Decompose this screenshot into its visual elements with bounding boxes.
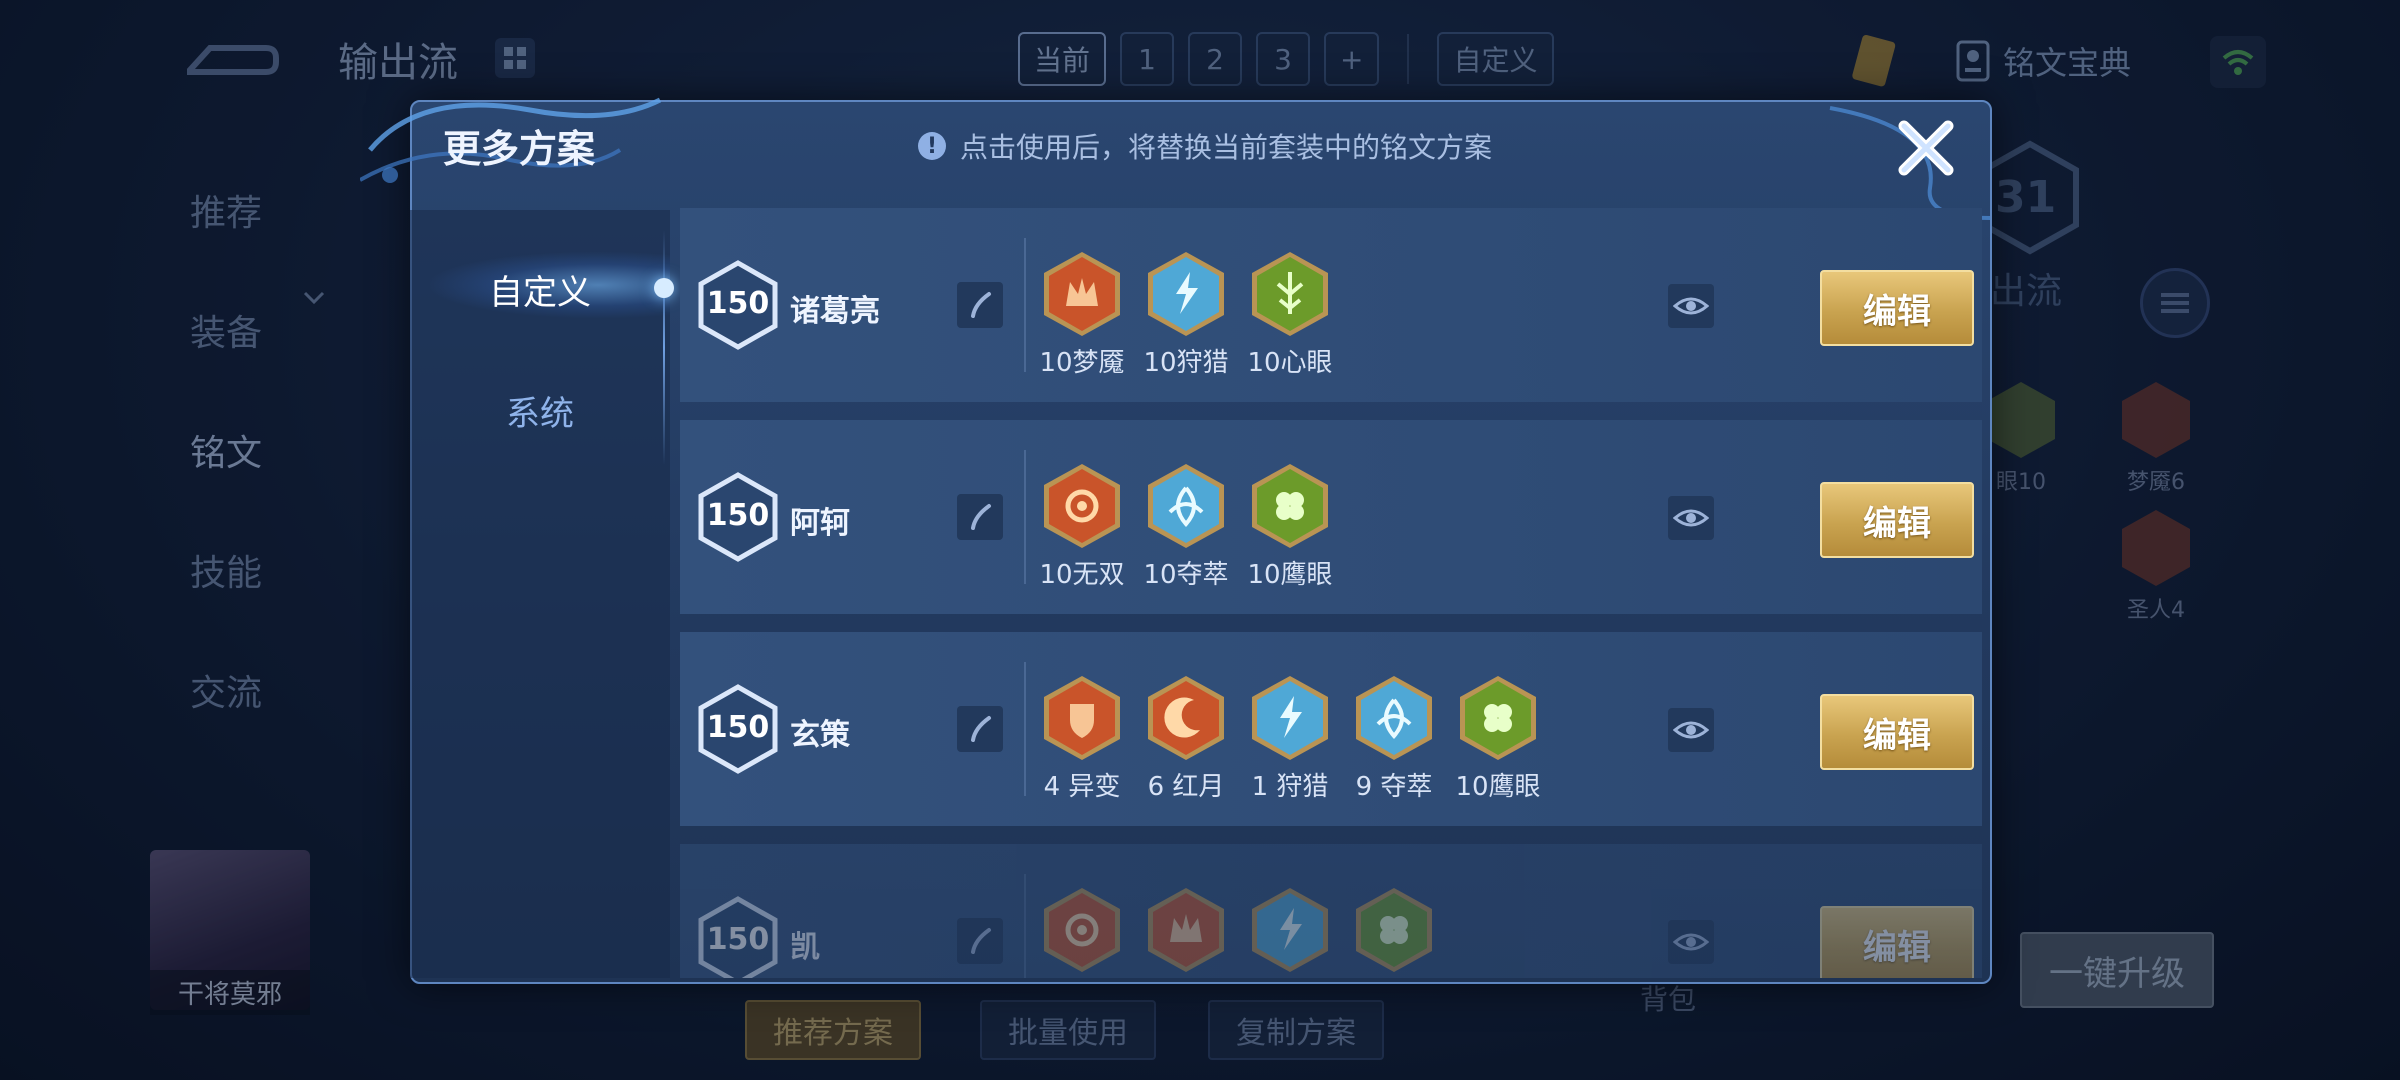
- rename-pen-icon[interactable]: [957, 918, 1003, 964]
- rune-item: 9 夺萃: [1354, 674, 1434, 803]
- rune-crown-icon: [1148, 888, 1224, 972]
- rune-item: 10鹰眼: [1247, 462, 1333, 591]
- edit-button[interactable]: 编辑: [1820, 270, 1974, 346]
- rune-bolt-icon: [1148, 252, 1224, 336]
- rune-knot-icon: [1356, 676, 1432, 760]
- plan-list: 150 诸葛亮 10梦魇 10狩猎 10心眼 编辑 150 阿轲 10无双 10…: [680, 208, 1982, 978]
- rune-item: 10无双: [1039, 462, 1125, 591]
- rune-leaf-icon: [1252, 252, 1328, 336]
- edit-button[interactable]: 编辑: [1820, 482, 1974, 558]
- hero-name: 玄策: [790, 718, 850, 753]
- rune-set: 10梦魇 10狩猎 10心眼: [1039, 250, 1333, 379]
- rune-crown-icon: [1044, 252, 1120, 336]
- tab-custom-plans[interactable]: 自定义: [410, 265, 670, 314]
- rune-label: 9 夺萃: [1355, 772, 1433, 802]
- rune-item: 1 狩猎: [1250, 674, 1330, 803]
- rune-bolt-icon: [1252, 888, 1328, 972]
- rune-item: [1146, 886, 1226, 978]
- exclamation-icon: !: [918, 132, 946, 160]
- rune-knot-icon: [1148, 464, 1224, 548]
- rune-item: [1354, 886, 1434, 978]
- tab-system-plans[interactable]: 系统: [410, 386, 670, 435]
- rune-label: 1 狩猎: [1251, 772, 1329, 802]
- rune-label: 6 红月: [1147, 772, 1225, 802]
- plan-row[interactable]: 150 玄策 4 异变 6 红月 1 狩猎 9 夺萃 10鹰眼 编辑: [680, 632, 1982, 826]
- rune-item: 4 异变: [1042, 674, 1122, 803]
- rune-item: [1250, 886, 1330, 978]
- hero-name: 诸葛亮: [790, 294, 880, 329]
- notice-text: ! 点击使用后，将替换当前套装中的铭文方案: [918, 126, 1492, 166]
- rune-shield-icon: [1044, 676, 1120, 760]
- rune-level: 150: [706, 498, 770, 533]
- divider: [1024, 238, 1026, 372]
- rune-label: 10无双: [1039, 560, 1125, 590]
- rune-clover-icon: [1252, 464, 1328, 548]
- plan-row[interactable]: 150 阿轲 10无双 10夺萃 10鹰眼 编辑: [680, 420, 1982, 614]
- divider: [1024, 874, 1026, 978]
- plan-row[interactable]: 150 诸葛亮 10梦魇 10狩猎 10心眼 编辑: [680, 208, 1982, 402]
- rune-label: 10鹰眼: [1247, 560, 1333, 590]
- dialog-sidebar: [410, 210, 670, 978]
- rune-level: 150: [706, 710, 770, 745]
- rune-clover-icon: [1356, 888, 1432, 972]
- notice-message: 点击使用后，将替换当前套装中的铭文方案: [960, 131, 1493, 164]
- plan-row[interactable]: 150 凯 编辑: [680, 844, 1982, 978]
- rename-pen-icon[interactable]: [957, 706, 1003, 752]
- rune-clover-icon: [1460, 676, 1536, 760]
- rune-label: 10心眼: [1247, 348, 1333, 378]
- rune-label: 10狩猎: [1143, 348, 1229, 378]
- divider: [1024, 662, 1026, 796]
- rune-swirl-icon: [1044, 464, 1120, 548]
- rune-swirl-icon: [1044, 888, 1120, 972]
- hero-name: 凯: [790, 930, 820, 965]
- hero-name: 阿轲: [790, 506, 850, 541]
- eye-icon[interactable]: [1668, 920, 1714, 964]
- rune-set: 10无双 10夺萃 10鹰眼: [1039, 462, 1333, 591]
- rune-item: [1042, 886, 1122, 978]
- rune-item: 10鹰眼: [1455, 674, 1541, 803]
- rune-item: 10梦魇: [1039, 250, 1125, 379]
- dialog-title: 更多方案: [443, 127, 596, 171]
- rune-set: 4 异变 6 红月 1 狩猎 9 夺萃 10鹰眼: [1042, 674, 1541, 803]
- rune-item: 10夺萃: [1143, 462, 1229, 591]
- rune-label: 10夺萃: [1143, 560, 1229, 590]
- rune-bolt-icon: [1252, 676, 1328, 760]
- rune-item: 10心眼: [1247, 250, 1333, 379]
- eye-icon[interactable]: [1668, 496, 1714, 540]
- edit-button[interactable]: 编辑: [1820, 694, 1974, 770]
- rename-pen-icon[interactable]: [957, 282, 1003, 328]
- rune-moon-icon: [1148, 676, 1224, 760]
- rune-label: 10梦魇: [1039, 348, 1125, 378]
- eye-icon[interactable]: [1668, 708, 1714, 752]
- rune-level: 150: [706, 922, 770, 957]
- close-icon[interactable]: [1890, 112, 1962, 184]
- rename-pen-icon[interactable]: [957, 494, 1003, 540]
- rune-label: 4 异变: [1043, 772, 1121, 802]
- rune-level: 150: [706, 286, 770, 321]
- rune-set: [1042, 886, 1434, 978]
- eye-icon[interactable]: [1668, 284, 1714, 328]
- rune-item: 6 红月: [1146, 674, 1226, 803]
- divider: [1024, 450, 1026, 584]
- rune-label: 10鹰眼: [1455, 772, 1541, 802]
- edit-button[interactable]: 编辑: [1820, 906, 1974, 978]
- rune-item: 10狩猎: [1143, 250, 1229, 379]
